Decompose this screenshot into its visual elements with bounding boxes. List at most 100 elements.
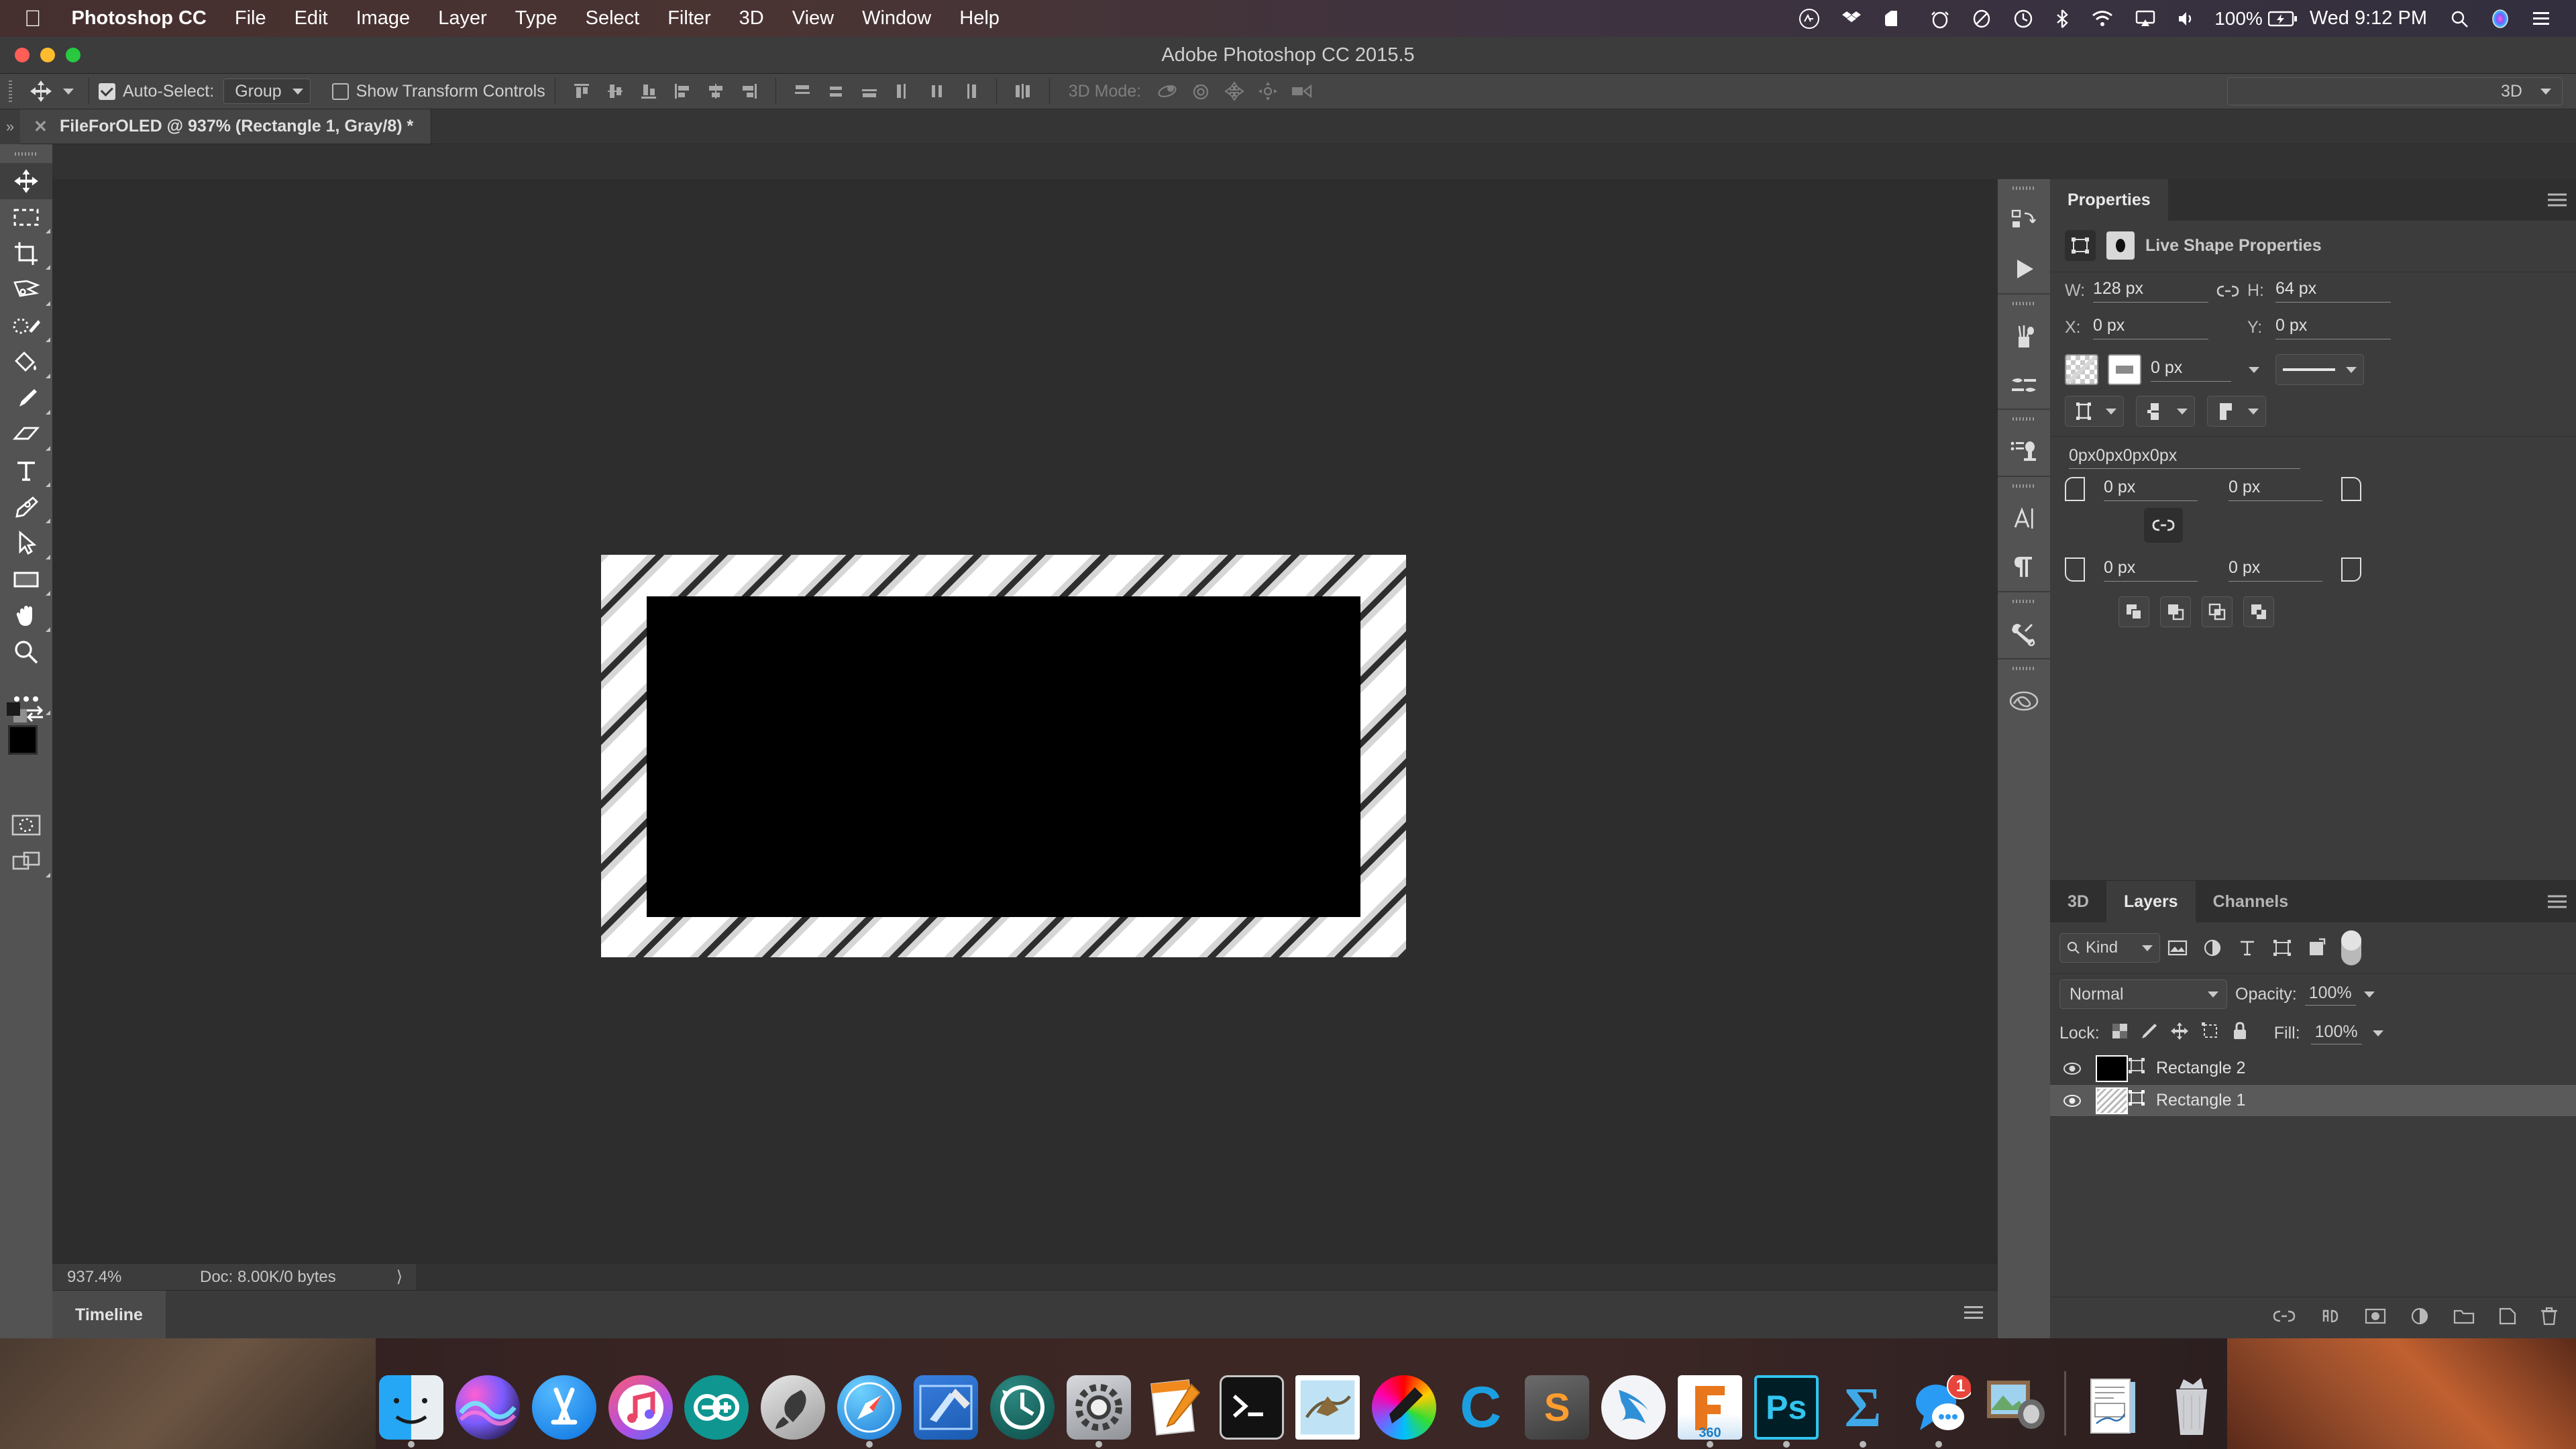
minimize-window-button[interactable] <box>40 48 55 62</box>
d ock-item-itunes[interactable] <box>605 1367 676 1440</box>
dock-item-preview[interactable] <box>1980 1367 2051 1440</box>
align-left-edges-icon[interactable] <box>665 75 699 107</box>
eraser-tool[interactable] <box>0 417 52 453</box>
align-top-edges-icon[interactable] <box>565 75 598 107</box>
auto-select-control[interactable]: Auto-Select: Group <box>99 78 311 104</box>
wifi-icon[interactable] <box>2080 10 2125 28</box>
menu-help[interactable]: Help <box>945 7 1014 30</box>
dock-item-arduino[interactable] <box>682 1367 753 1440</box>
layer-visibility-toggle[interactable] <box>2058 1061 2086 1076</box>
menu-3d[interactable]: 3D <box>725 7 778 30</box>
distribute-top-edges-icon[interactable] <box>786 75 819 107</box>
link-icon[interactable] <box>2208 284 2247 299</box>
rail-grip[interactable] <box>1998 477 2050 494</box>
dock-item-fusion-360[interactable]: 360 <box>1674 1367 1746 1448</box>
fill-value[interactable]: 100% <box>2310 1022 2362 1044</box>
dock-item-app-store[interactable] <box>529 1367 600 1440</box>
stroke-style-dropdown[interactable] <box>2275 354 2364 385</box>
menu-select[interactable]: Select <box>572 7 654 30</box>
canvas-area[interactable] <box>52 179 1998 1263</box>
width-input[interactable]: 128 px <box>2093 279 2208 303</box>
panel-menu-icon[interactable] <box>2548 892 2567 912</box>
stroke-align-dropdown[interactable] <box>2065 396 2124 427</box>
auto-select-dropdown[interactable]: Group <box>223 78 311 104</box>
menu-file[interactable]: File <box>221 7 280 30</box>
live-shape-icon[interactable] <box>2065 230 2096 261</box>
corner-bottom-left-input[interactable]: 0 px <box>2104 558 2198 582</box>
clone-source-panel-icon[interactable] <box>1998 427 2050 476</box>
dock-item-launchpad[interactable] <box>757 1367 828 1440</box>
corner-radius-link-button[interactable] <box>2144 508 2183 543</box>
pen-tool[interactable] <box>0 489 52 525</box>
zoom-tool[interactable] <box>0 634 52 670</box>
menu-layer[interactable]: Layer <box>424 7 501 30</box>
tab-3d[interactable]: 3D <box>2050 881 2106 922</box>
tab-layers[interactable]: Layers <box>2106 881 2196 922</box>
panel-menu-icon[interactable] <box>1964 1303 1983 1322</box>
close-window-button[interactable] <box>15 48 30 62</box>
table-row[interactable]: Rectangle 2 <box>2050 1053 2576 1085</box>
dock-item-messages[interactable]: 1 <box>1904 1367 1975 1448</box>
new-layer-icon[interactable] <box>2498 1306 2517 1330</box>
exclude-overlap-icon[interactable] <box>2243 596 2274 627</box>
lasso-tool[interactable] <box>0 272 52 308</box>
evernote-icon[interactable] <box>1872 9 1911 29</box>
path-selection-tool[interactable] <box>0 525 52 561</box>
lock-artboard-icon[interactable] <box>2200 1021 2220 1046</box>
align-extra-icon[interactable] <box>1006 75 1040 107</box>
paragraph-panel-icon[interactable] <box>1998 543 2050 591</box>
table-row[interactable]: Rectangle 1 <box>2050 1085 2576 1117</box>
filter-enable-toggle[interactable] <box>2341 930 2361 965</box>
align-bottom-edges-icon[interactable] <box>632 75 665 107</box>
show-transform-checkbox[interactable] <box>331 83 349 100</box>
rail-grip[interactable] <box>1998 179 2050 197</box>
dock-item-finder[interactable] <box>376 1367 447 1448</box>
dock-item-latex[interactable]: Σ <box>1827 1367 1898 1448</box>
history-panel-icon[interactable] <box>1998 197 2050 245</box>
lock-transparent-pixels-icon[interactable] <box>2110 1022 2129 1045</box>
rectangle-tool[interactable] <box>0 561 52 598</box>
distribute-right-edges-icon[interactable] <box>953 75 987 107</box>
move-tool[interactable] <box>0 163 52 199</box>
panel-collapse-grip[interactable]: » <box>0 109 20 144</box>
distribute-vertical-centers-icon[interactable] <box>819 75 853 107</box>
cc-libraries-panel-icon[interactable] <box>1998 677 2050 725</box>
document-tab[interactable]: ✕ FileForOLED @ 937% (Rectangle 1, Gray/… <box>20 109 432 144</box>
lock-all-icon[interactable] <box>2231 1021 2249 1046</box>
options-bar-grip[interactable] <box>0 74 20 109</box>
brush-settings-panel-icon[interactable] <box>1998 360 2050 409</box>
active-tool-preset[interactable] <box>20 77 79 105</box>
rail-grip[interactable] <box>1998 592 2050 610</box>
dock-item-siri[interactable] <box>452 1367 523 1440</box>
menu-filter[interactable]: Filter <box>653 7 724 30</box>
corner-radius-summary[interactable]: 0px0px0px0px <box>2050 437 2576 468</box>
tab-properties[interactable]: Properties <box>2050 179 2168 221</box>
backblaze-icon[interactable] <box>1961 9 2002 29</box>
bluetooth-icon[interactable] <box>2044 9 2080 29</box>
actions-panel-icon[interactable] <box>1998 245 2050 293</box>
rail-grip[interactable] <box>1998 659 2050 677</box>
fill-chevron-icon[interactable] <box>2372 1030 2383 1036</box>
filter-smart-object-icon[interactable] <box>2300 933 2334 963</box>
search-icon[interactable] <box>2439 9 2479 28</box>
airplay-icon[interactable] <box>2125 10 2166 28</box>
tools-panel-grip[interactable] <box>0 144 52 163</box>
tool-presets-panel-icon[interactable] <box>1998 610 2050 658</box>
dock-item-time-machine[interactable] <box>987 1367 1058 1440</box>
dock-item-digital-color-meter[interactable] <box>1368 1367 1440 1440</box>
dock-item-cura[interactable]: C <box>1445 1367 1516 1440</box>
stroke-swatch[interactable] <box>2108 354 2141 385</box>
layer-name[interactable]: Rectangle 2 <box>2156 1059 2245 1078</box>
battery-status[interactable]: 100% <box>2208 8 2298 30</box>
tab-timeline[interactable]: Timeline <box>52 1291 166 1339</box>
menu-image[interactable]: Image <box>342 7 425 30</box>
filter-type-icon[interactable] <box>2230 933 2265 963</box>
mask-thumbnail-icon[interactable] <box>2106 231 2135 260</box>
time-machine-icon[interactable] <box>2002 9 2044 29</box>
volume-icon[interactable] <box>2166 10 2208 28</box>
siri-icon[interactable] <box>2479 9 2521 29</box>
fill-swatch[interactable] <box>2065 354 2098 385</box>
dock-item-terminal[interactable] <box>1216 1367 1287 1440</box>
corner-bottom-right-input[interactable]: 0 px <box>2229 558 2322 582</box>
combine-shapes-icon[interactable] <box>2118 596 2149 627</box>
